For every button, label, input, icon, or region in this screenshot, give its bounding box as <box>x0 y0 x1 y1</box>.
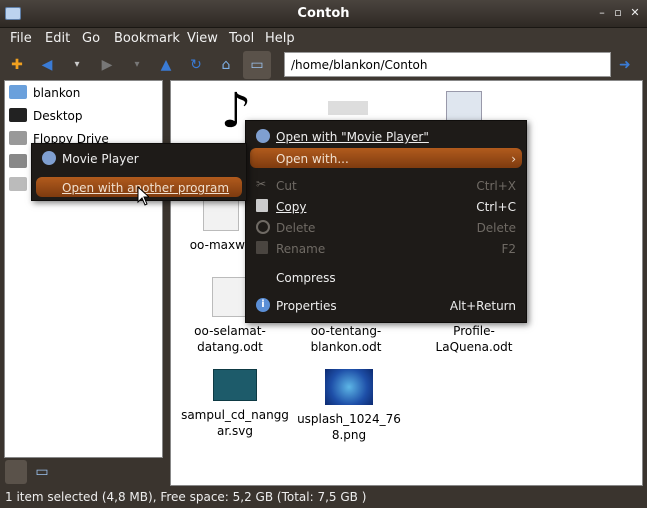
forward-arrow-icon[interactable]: ▶ <box>98 56 116 74</box>
drive-icon <box>9 154 27 168</box>
file-name: Profile- <box>453 324 495 338</box>
movie-player-icon <box>42 151 56 165</box>
home-folder-icon <box>9 85 27 99</box>
rename-icon <box>256 241 268 254</box>
menu-item-label: Compress <box>276 271 336 285</box>
menu-file[interactable]: File <box>10 31 32 46</box>
scissors-icon: ✂ <box>256 177 267 191</box>
status-text: 1 item selected (4,8 MB), Free space: 5,… <box>5 490 367 504</box>
movie-player-item[interactable]: Movie Player <box>36 148 242 168</box>
menu-edit[interactable]: Edit <box>45 31 70 46</box>
menu-item-shortcut: Ctrl+C <box>476 200 516 214</box>
delete-item[interactable]: Delete Delete <box>250 217 522 237</box>
menu-item-label: Open with... <box>276 152 349 166</box>
document-icon <box>212 277 248 317</box>
maximize-button[interactable]: ▫ <box>611 6 625 20</box>
menu-item-shortcut: Ctrl+X <box>476 179 516 193</box>
menu-item-label: Cut <box>276 179 297 193</box>
copy-icon <box>256 199 268 212</box>
movie-player-icon <box>256 129 270 143</box>
file-name: blankon.odt <box>310 340 382 354</box>
sidebar-item-blankon[interactable]: blankon <box>7 83 157 103</box>
menu-item-shortcut: Delete <box>476 221 516 235</box>
menu-item-label: Movie Player <box>62 152 139 166</box>
folder-view-icon[interactable]: ▭ <box>243 51 271 79</box>
status-bar: 1 item selected (4,8 MB), Free space: 5,… <box>0 488 647 508</box>
menu-item-label: Delete <box>276 221 316 235</box>
delete-icon <box>256 220 270 234</box>
side-pane-mode-bar: ▭ <box>4 458 163 486</box>
minimize-button[interactable]: – <box>595 6 609 20</box>
file-name: sampul_cd_nangg <box>181 408 289 422</box>
svg-image-icon <box>213 369 257 401</box>
side-pane: blankon Desktop Floppy Drive <box>4 80 163 458</box>
close-button[interactable]: ✕ <box>628 6 642 20</box>
reload-icon[interactable]: ↻ <box>187 56 205 74</box>
menu-go[interactable]: Go <box>82 31 100 46</box>
file-name: LaQuena.odt <box>435 340 513 354</box>
menu-tool[interactable]: Tool <box>229 31 254 46</box>
new-tab-icon[interactable]: ✚ <box>8 56 26 74</box>
file-name: 8.png <box>331 428 367 442</box>
open-with-movie-player-item[interactable]: Open with "Movie Player" <box>250 126 522 146</box>
desktop-icon <box>9 108 27 122</box>
up-arrow-icon[interactable]: ▲ <box>157 56 175 74</box>
properties-item[interactable]: i Properties Alt+Return <box>250 295 522 315</box>
file-name: oo-tentang- <box>310 324 382 338</box>
menu-bar: File Edit Go Bookmark View Tool Help <box>0 28 647 50</box>
sidebar-item-desktop[interactable]: Desktop <box>7 106 157 126</box>
path-input[interactable]: /home/blankon/Contoh <box>284 52 611 77</box>
mouse-cursor-icon <box>137 186 149 206</box>
directory-tree-icon[interactable]: ▭ <box>31 460 53 484</box>
home-icon[interactable]: ⌂ <box>217 56 235 74</box>
menu-item-label: Open with "Movie Player" <box>276 130 429 144</box>
file-name: datang.odt <box>197 340 263 354</box>
file-item[interactable] <box>293 101 403 121</box>
file-name: oo-selamat- <box>194 324 266 338</box>
floppy-drive-icon <box>9 131 27 145</box>
file-name: ar.svg <box>217 424 253 438</box>
copy-item[interactable]: Copy Ctrl+C <box>250 196 522 216</box>
image-icon <box>328 101 368 115</box>
compress-item[interactable]: Compress <box>250 267 522 287</box>
sidebar-item-label: Desktop <box>33 109 83 123</box>
title-bar: Contoh – ▫ ✕ <box>0 0 647 28</box>
rename-item[interactable]: Rename F2 <box>250 238 522 258</box>
context-menu: Open with "Movie Player" Open with... › … <box>245 120 527 323</box>
menu-bookmark[interactable]: Bookmark <box>114 31 180 46</box>
spreadsheet-icon <box>446 91 482 123</box>
menu-help[interactable]: Help <box>265 31 295 46</box>
open-with-item[interactable]: Open with... › <box>250 148 522 168</box>
cut-item[interactable]: ✂ Cut Ctrl+X <box>250 175 522 195</box>
menu-item-shortcut: Alt+Return <box>449 299 516 313</box>
removable-drive-icon <box>9 177 27 191</box>
menu-item-shortcut: F2 <box>501 242 516 256</box>
file-item[interactable]: usplash_1024_76 8.png <box>289 369 409 443</box>
go-arrow-icon[interactable]: ➜ <box>619 57 631 73</box>
places-mode-icon[interactable] <box>5 460 27 484</box>
info-icon: i <box>256 298 270 312</box>
back-history-chevron-icon[interactable]: ▾ <box>68 56 86 74</box>
file-name: usplash_1024_76 <box>297 412 401 426</box>
png-image-icon <box>325 369 373 405</box>
sidebar-item-label: blankon <box>33 86 81 100</box>
submenu-arrow-icon: › <box>511 152 516 166</box>
menu-view[interactable]: View <box>187 31 218 46</box>
back-arrow-icon[interactable]: ◀ <box>38 56 56 74</box>
forward-history-chevron-icon[interactable]: ▾ <box>128 56 146 74</box>
menu-item-label: Copy <box>276 200 307 214</box>
menu-item-label: Rename <box>276 242 326 256</box>
file-item[interactable]: sampul_cd_nangg ar.svg <box>175 369 295 439</box>
window-title: Contoh <box>297 6 350 21</box>
menu-item-label: Properties <box>276 299 337 313</box>
